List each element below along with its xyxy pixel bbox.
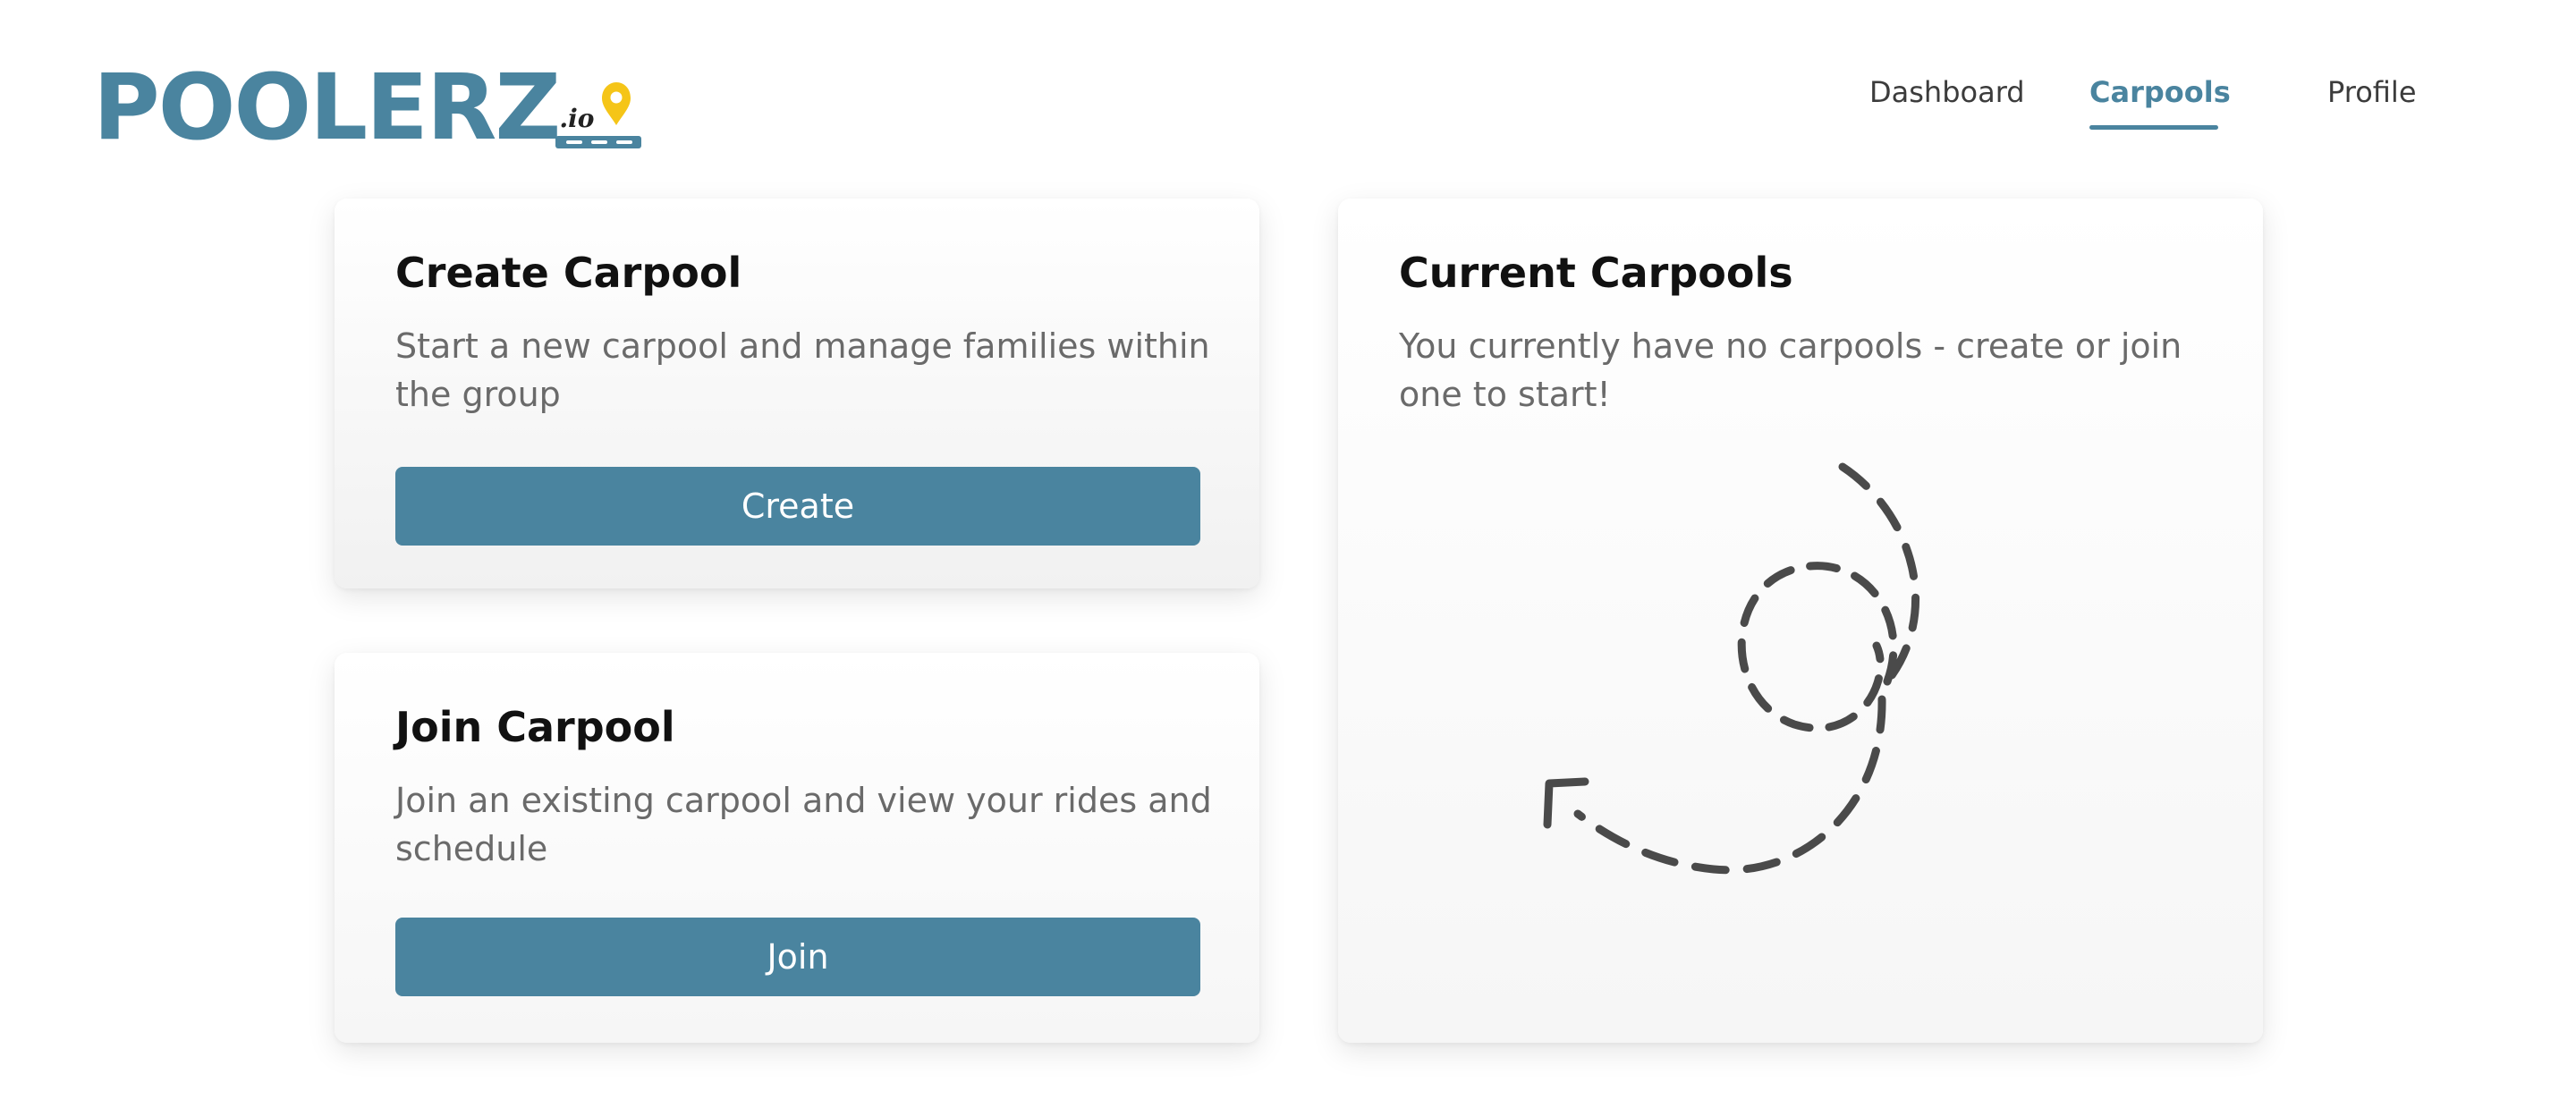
nav-dashboard[interactable]: Dashboard [1869,75,2025,109]
brand-badge: .io [547,68,650,154]
join-carpool-card: Join Carpool Join an existing carpool an… [335,653,1259,1043]
brand-name: POOLERZ [93,55,561,161]
join-button[interactable]: Join [395,918,1200,996]
current-carpools-card: Current Carpools You currently have no c… [1338,199,2263,1043]
join-carpool-title: Join Carpool [395,703,675,751]
nav-profile[interactable]: Profile [2327,75,2417,109]
create-carpool-description: Start a new carpool and manage families … [395,326,1210,414]
create-carpool-card: Create Carpool Start a new carpool and m… [335,199,1259,588]
nav-carpools[interactable]: Carpools [2089,75,2231,109]
active-tab-indicator [2089,125,2218,130]
dashed-loop-arrow-icon [1543,462,1919,875]
top-header: POOLERZ .io Dashboard Carpools Profile [0,0,2576,188]
join-carpool-description: Join an existing carpool and view your r… [395,781,1212,868]
create-button[interactable]: Create [395,467,1200,546]
brand-logo[interactable]: POOLERZ .io [93,55,650,154]
location-pin-icon [555,82,642,148]
create-carpool-title: Create Carpool [395,249,742,297]
